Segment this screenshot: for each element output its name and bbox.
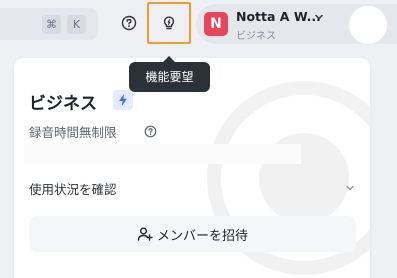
help-button[interactable] bbox=[118, 12, 140, 34]
question-circle-icon bbox=[121, 15, 137, 31]
lightning-icon bbox=[119, 93, 127, 107]
feature-request-tooltip: 機能要望 bbox=[129, 62, 210, 92]
account-switcher[interactable]: N Notta A W... ビジネス bbox=[196, 4, 397, 45]
plan-badge bbox=[113, 90, 133, 110]
top-bar: ⌘ K N Notta A W... ビジネス bbox=[0, 0, 397, 50]
recording-limit-help[interactable] bbox=[144, 123, 157, 142]
question-circle-icon bbox=[144, 125, 157, 138]
lightbulb-icon bbox=[163, 16, 175, 30]
shortcut-k-key: K bbox=[67, 15, 86, 34]
shortcut-cmd-key: ⌘ bbox=[42, 15, 61, 34]
feature-request-button[interactable] bbox=[147, 2, 191, 44]
usage-bar bbox=[24, 144, 301, 164]
plan-title: ビジネス bbox=[29, 94, 97, 114]
check-usage-link[interactable]: 使用状況を確認 bbox=[29, 179, 117, 198]
workspace-logo: N bbox=[204, 12, 228, 36]
recording-limit-label: 録音時間無制限 bbox=[29, 125, 117, 140]
chevron-down-icon[interactable] bbox=[344, 182, 356, 194]
invite-members-label: メンバーを招待 bbox=[156, 228, 248, 244]
chevron-down-icon bbox=[315, 14, 323, 20]
account-name: Notta A W... bbox=[236, 9, 321, 24]
add-user-icon bbox=[137, 227, 153, 241]
account-plan: ビジネス bbox=[236, 31, 276, 42]
invite-members-button[interactable]: メンバーを招待 bbox=[29, 216, 356, 252]
search-box[interactable]: ⌘ K bbox=[0, 8, 98, 40]
avatar[interactable] bbox=[348, 5, 388, 45]
